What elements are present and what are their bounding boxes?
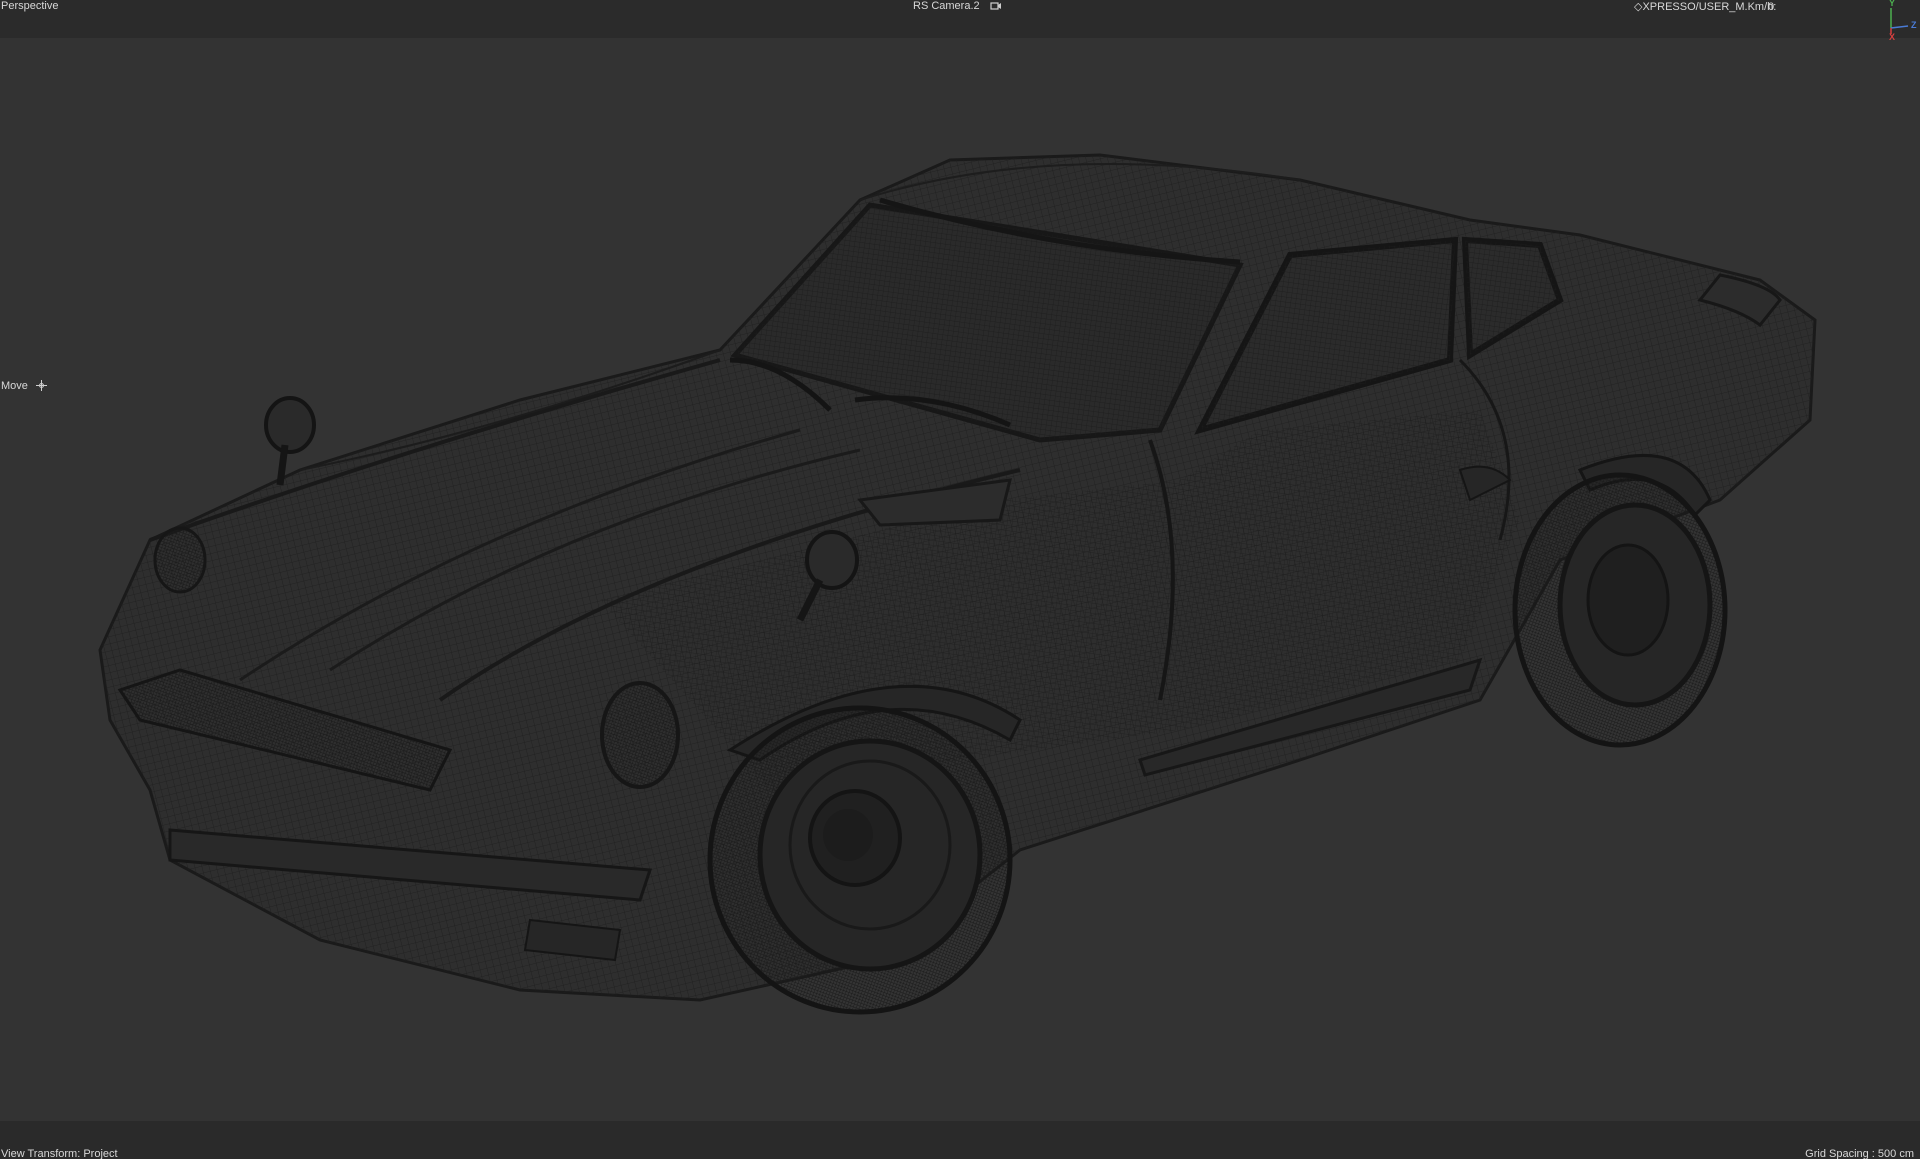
front-wheel — [707, 705, 1013, 1015]
active-tool-label: Move — [1, 380, 28, 392]
view-transform-label: View Transform: Project — [1, 1148, 118, 1159]
axis-y-label: Y — [1889, 0, 1896, 8]
car-wireframe-model[interactable] — [0, 0, 1920, 1159]
camera-link-icon[interactable] — [990, 1, 1002, 11]
right-headlight — [153, 526, 207, 594]
left-headlight — [600, 681, 680, 789]
axis-x-label: X — [1889, 32, 1896, 42]
camera-name-label[interactable]: RS Camera.2 — [913, 0, 980, 13]
viewport-footer-bar — [0, 1121, 1920, 1159]
axis-z-label: Z — [1911, 20, 1917, 30]
view-name-label[interactable]: Perspective — [1, 0, 58, 13]
grid-spacing-label: Grid Spacing : 500 cm — [1805, 1148, 1914, 1159]
3d-viewport[interactable]: Perspective RS Camera.2 ◇XPRESSO/USER_M.… — [0, 0, 1920, 1159]
xpresso-hud-label: ◇XPRESSO/USER_M.Km/h: — [1634, 1, 1777, 13]
xpresso-hud-value: 0 — [1768, 1, 1775, 13]
rear-wheel — [1512, 472, 1728, 748]
axis-gizmo[interactable]: Y Z X — [1880, 0, 1920, 42]
move-crosshair-icon — [36, 380, 47, 391]
